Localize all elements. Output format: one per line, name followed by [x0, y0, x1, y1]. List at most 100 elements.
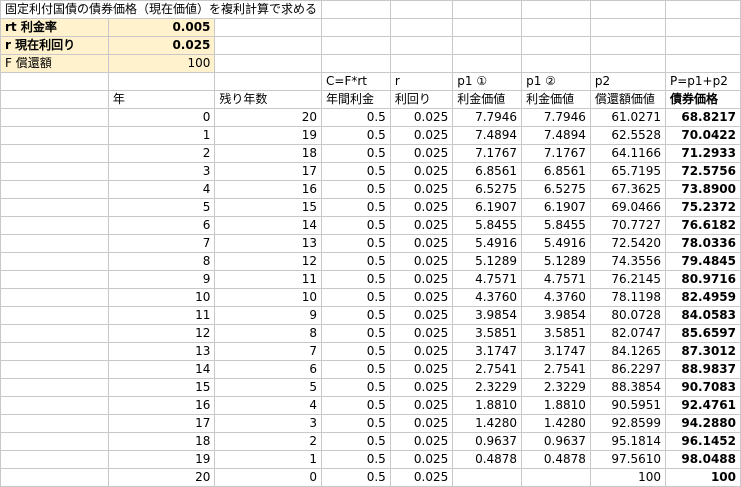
- formula-label[interactable]: [107, 72, 216, 91]
- data-cell[interactable]: 9: [214, 306, 323, 325]
- column-header[interactable]: 利金価値: [521, 90, 591, 109]
- data-cell[interactable]: 15: [214, 198, 323, 217]
- data-cell[interactable]: 4: [107, 180, 216, 199]
- data-cell[interactable]: 95.1814: [589, 432, 667, 451]
- data-cell[interactable]: 0.025: [389, 450, 454, 469]
- empty-cell[interactable]: [0, 468, 109, 487]
- data-cell[interactable]: 7.7946: [521, 108, 591, 127]
- data-cell[interactable]: 10: [214, 288, 323, 307]
- data-cell[interactable]: 0: [214, 468, 323, 487]
- data-cell[interactable]: 79.4845: [665, 252, 741, 271]
- data-cell[interactable]: 5.8455: [521, 216, 591, 235]
- empty-cell[interactable]: [0, 414, 109, 433]
- data-cell[interactable]: 88.9837: [665, 360, 741, 379]
- empty-cell[interactable]: [0, 396, 109, 415]
- data-cell[interactable]: 87.3012: [665, 342, 741, 361]
- empty-cell[interactable]: [452, 54, 523, 73]
- data-cell[interactable]: 1.8810: [521, 396, 591, 415]
- data-cell[interactable]: 3.1747: [521, 342, 591, 361]
- data-cell[interactable]: 82.0747: [589, 324, 667, 343]
- data-cell[interactable]: 16: [107, 396, 216, 415]
- data-cell[interactable]: 4.7571: [452, 270, 523, 289]
- data-cell[interactable]: 0.5: [321, 108, 391, 127]
- data-cell[interactable]: 17: [107, 414, 216, 433]
- data-cell[interactable]: 90.5951: [589, 396, 667, 415]
- data-cell[interactable]: 4.3760: [452, 288, 523, 307]
- empty-cell[interactable]: [0, 270, 109, 289]
- data-cell[interactable]: 10: [107, 288, 216, 307]
- empty-cell[interactable]: [589, 54, 667, 73]
- data-cell[interactable]: 0.5: [321, 306, 391, 325]
- empty-cell[interactable]: [521, 18, 591, 37]
- data-cell[interactable]: 5.1289: [452, 252, 523, 271]
- data-cell[interactable]: 92.8599: [589, 414, 667, 433]
- empty-cell[interactable]: [589, 18, 667, 37]
- data-cell[interactable]: 0.5: [321, 162, 391, 181]
- data-cell[interactable]: 2.7541: [521, 360, 591, 379]
- data-cell[interactable]: 0.025: [389, 414, 454, 433]
- data-cell[interactable]: 13: [107, 342, 216, 361]
- data-cell[interactable]: 0.025: [389, 108, 454, 127]
- empty-cell[interactable]: [452, 0, 523, 19]
- data-cell[interactable]: 17: [214, 162, 323, 181]
- data-cell[interactable]: 9: [107, 270, 216, 289]
- data-cell[interactable]: 6.5275: [521, 180, 591, 199]
- data-cell[interactable]: 1.8810: [452, 396, 523, 415]
- data-cell[interactable]: 100: [589, 468, 667, 487]
- data-cell[interactable]: 2.3229: [521, 378, 591, 397]
- empty-cell[interactable]: [452, 36, 523, 55]
- data-cell[interactable]: 73.8900: [665, 180, 741, 199]
- empty-cell[interactable]: [0, 450, 109, 469]
- data-cell[interactable]: 0.5: [321, 432, 391, 451]
- data-cell[interactable]: 6.5275: [452, 180, 523, 199]
- data-cell[interactable]: 0: [107, 108, 216, 127]
- data-cell[interactable]: 0.025: [389, 324, 454, 343]
- data-cell[interactable]: 3.5851: [521, 324, 591, 343]
- data-cell[interactable]: 16: [214, 180, 323, 199]
- data-cell[interactable]: 19: [214, 126, 323, 145]
- formula-label[interactable]: r: [389, 72, 454, 91]
- column-header[interactable]: 残り年数: [214, 90, 323, 109]
- data-cell[interactable]: 8: [214, 324, 323, 343]
- empty-cell[interactable]: [0, 306, 109, 325]
- data-cell[interactable]: 97.5610: [589, 450, 667, 469]
- data-cell[interactable]: 0.5: [321, 324, 391, 343]
- data-cell[interactable]: 0.9637: [521, 432, 591, 451]
- data-cell[interactable]: 11: [107, 306, 216, 325]
- empty-cell[interactable]: [0, 90, 109, 109]
- empty-cell[interactable]: [389, 54, 454, 73]
- data-cell[interactable]: 0.5: [321, 342, 391, 361]
- data-cell[interactable]: 0.025: [389, 288, 454, 307]
- empty-cell[interactable]: [321, 18, 391, 37]
- empty-cell[interactable]: [389, 36, 454, 55]
- empty-cell[interactable]: [0, 108, 109, 127]
- data-cell[interactable]: 7.4894: [452, 126, 523, 145]
- formula-label[interactable]: p1 ①: [452, 72, 523, 91]
- data-cell[interactable]: 76.6182: [665, 216, 741, 235]
- empty-cell[interactable]: [321, 54, 391, 73]
- empty-cell[interactable]: [521, 36, 591, 55]
- data-cell[interactable]: 64.1166: [589, 144, 667, 163]
- data-cell[interactable]: 20: [107, 468, 216, 487]
- data-cell[interactable]: 5.4916: [452, 234, 523, 253]
- empty-cell[interactable]: [665, 54, 741, 73]
- data-cell[interactable]: 1: [214, 450, 323, 469]
- data-cell[interactable]: 0.025: [389, 342, 454, 361]
- data-cell[interactable]: 0.5: [321, 450, 391, 469]
- data-cell[interactable]: 0.025: [389, 270, 454, 289]
- data-cell[interactable]: 13: [214, 234, 323, 253]
- data-cell[interactable]: 1.4280: [521, 414, 591, 433]
- data-cell[interactable]: 0.025: [389, 180, 454, 199]
- data-cell[interactable]: [521, 468, 591, 487]
- data-cell[interactable]: 0.025: [389, 126, 454, 145]
- data-cell[interactable]: 84.1265: [589, 342, 667, 361]
- data-cell[interactable]: 6.1907: [521, 198, 591, 217]
- data-cell[interactable]: 0.5: [321, 360, 391, 379]
- empty-cell[interactable]: [0, 126, 109, 145]
- data-cell[interactable]: 5.8455: [452, 216, 523, 235]
- empty-cell[interactable]: [0, 162, 109, 181]
- column-header[interactable]: 年: [107, 90, 216, 109]
- data-cell[interactable]: 0.025: [389, 306, 454, 325]
- data-cell[interactable]: 0.5: [321, 378, 391, 397]
- empty-cell[interactable]: [214, 18, 323, 37]
